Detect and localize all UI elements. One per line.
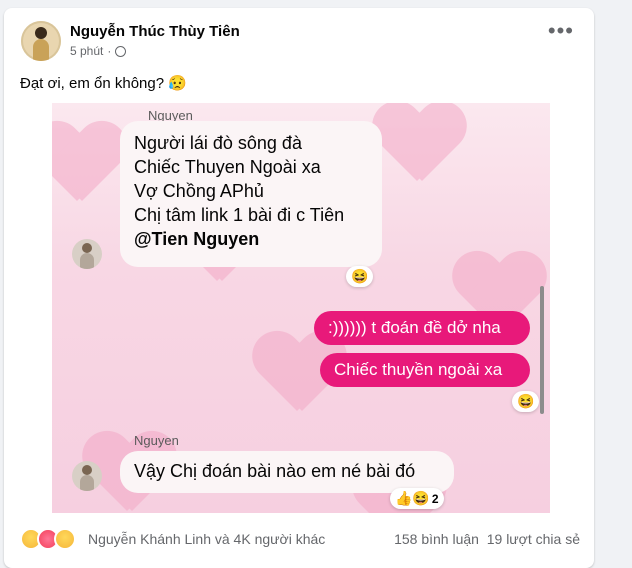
laugh-emoji-icon: 😆 — [351, 268, 369, 284]
more-options-icon[interactable]: ••• — [548, 20, 574, 42]
post-caption: Đạt ơi, em ổn không? 😥 — [20, 75, 187, 92]
author-name[interactable]: Nguyễn Thúc Thùy Tiên — [70, 23, 240, 40]
incoming-message-bubble: Người lái đò sông đà Chiếc Thuyen Ngoài … — [120, 121, 382, 267]
message-line: Chị tâm link 1 bài đi c Tiên — [134, 205, 345, 225]
heart-decoration — [52, 123, 122, 203]
author-avatar[interactable] — [21, 21, 61, 61]
message-reaction: 😆 — [512, 391, 540, 412]
shares-count[interactable]: 19 lượt chia sẻ — [487, 531, 580, 547]
reaction-count: 2 — [431, 491, 439, 506]
post-card: Nguyễn Thúc Thùy Tiên 5 phút · ••• Đạt ơ… — [4, 8, 594, 568]
globe-icon — [115, 45, 127, 57]
outgoing-message-bubble: ‪:)))))) t đoán đề dở nha — [314, 311, 530, 345]
sender-avatar — [72, 461, 102, 491]
comments-count[interactable]: 158 bình luận — [394, 531, 479, 547]
post-footer: Nguyễn Khánh Linh và 4K người khác 158 b… — [20, 528, 580, 552]
outgoing-message-bubble: Chiếc thuyền ngoài xa — [320, 353, 530, 387]
message-reactions: 👍😆 2 — [390, 488, 444, 509]
message-reaction: 😆 — [346, 266, 374, 287]
message-line: Người lái đò sông đà — [134, 133, 302, 153]
engagement-stats: 158 bình luận 19 lượt chia sẻ — [394, 531, 580, 547]
laugh-emoji-icon: 😆 — [517, 393, 535, 409]
message-line: Chiếc Thuyen Ngoài xa — [134, 157, 321, 177]
like-and-laugh-emoji-icons: 👍😆 — [395, 490, 430, 506]
scrollbar — [540, 286, 544, 414]
chat-screenshot-image[interactable]: Nguyen Người lái đò sông đà Chiếc Thuyen… — [52, 103, 550, 513]
sender-name: Nguyen — [134, 433, 179, 448]
message-line: Vợ Chồng APhủ — [134, 181, 264, 201]
reaction-icons[interactable] — [20, 528, 76, 550]
reactors-summary[interactable]: Nguyễn Khánh Linh và 4K người khác — [88, 531, 325, 547]
post-time[interactable]: 5 phút — [70, 44, 103, 58]
mention-text: @Tien Nguyen — [134, 229, 260, 249]
sad-reaction-icon — [54, 528, 76, 550]
post-meta: 5 phút · — [70, 44, 127, 58]
incoming-message-bubble: Vậy Chị đoán bài nào em né bài đó — [120, 451, 454, 493]
heart-decoration — [372, 103, 462, 183]
sender-avatar — [72, 239, 102, 269]
